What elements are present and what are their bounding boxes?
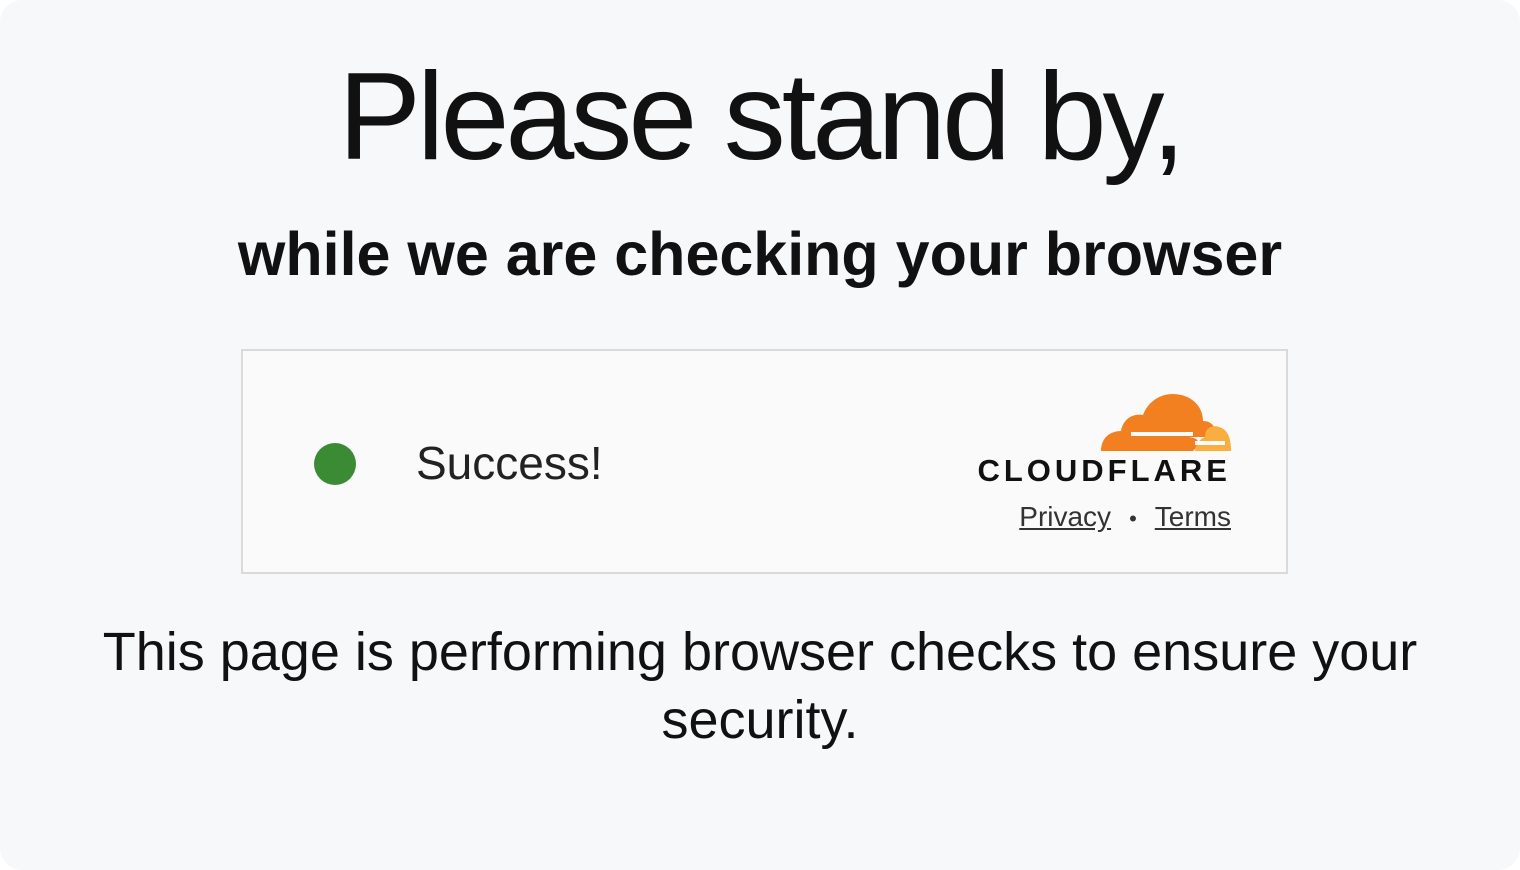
cloudflare-logo-icon — [1101, 393, 1231, 451]
terms-link[interactable]: Terms — [1155, 501, 1231, 532]
security-notice: This page is performing browser checks t… — [102, 622, 1418, 750]
link-separator: • — [1129, 506, 1137, 531]
status-message: Success! — [416, 437, 603, 489]
success-status-icon — [314, 443, 356, 485]
widget-links: Privacy • Terms — [959, 499, 1231, 537]
page-subheadline: while we are checking your browser — [237, 220, 1283, 288]
cloudflare-wordmark: CLOUDFLARE — [977, 453, 1231, 488]
page-headline: Please stand by, — [338, 48, 1186, 186]
privacy-link[interactable]: Privacy — [1019, 501, 1111, 532]
verification-widget: Success! CLOUDFLARE Privacy • Terms — [241, 349, 1288, 574]
challenge-page: Please stand by, while we are checking y… — [0, 0, 1520, 870]
